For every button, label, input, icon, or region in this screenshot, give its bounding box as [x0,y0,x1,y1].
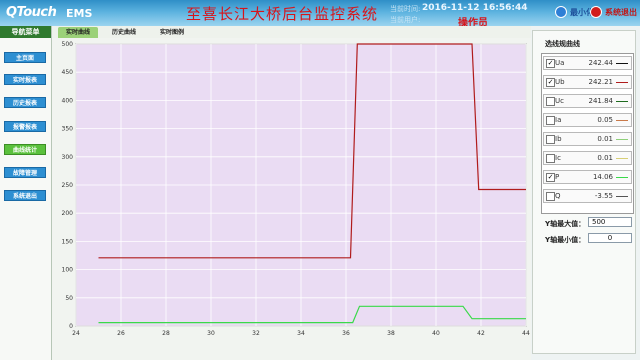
series-value: 0.01 [597,135,613,143]
system-exit-label: 系统退出 [605,7,637,17]
y-tick-label: 500 [62,41,74,48]
tab-bar: 实时曲线 历史曲线 实时图例 [52,26,531,38]
y-min-input[interactable]: 0 [588,233,632,243]
series-color-swatch [616,101,628,102]
nav-heading: 导航菜单 [0,26,51,38]
y-tick-label: 450 [62,69,74,76]
current-time: 2016-11-12 16:56:44 [422,3,528,13]
tab-realtime-legend[interactable]: 实时图例 [152,27,192,38]
app-header: QTouch EMS 至喜长江大桥后台监控系统 当前时间: 2016-11-12… [0,0,640,29]
legend-row-ub[interactable]: ✓ Ub 242.21 [543,75,632,89]
product-name: EMS [66,7,93,20]
series-color-swatch [616,120,628,121]
series-value: -3.55 [594,192,613,200]
legend-row-ic[interactable]: Ic 0.01 [543,151,632,165]
checkbox[interactable] [546,135,555,144]
legend-row-uc[interactable]: Uc 241.84 [543,94,632,108]
series-name: Ub [555,78,565,86]
series-legend: ✓ Ua 242.44 ✓ Ub 242.21 Uc 241.84 Ia 0.0… [541,53,634,214]
checkbox[interactable]: ✓ [546,59,555,68]
y-max-label: Y轴最大值： [545,220,586,228]
y-tick-label: 0 [69,323,73,330]
series-value: 241.84 [588,97,614,105]
x-tick-label: 24 [72,330,80,337]
series-color-swatch [616,158,628,159]
series-name: Uc [555,97,564,105]
y-max-input[interactable]: 500 [588,217,632,227]
y-tick-label: 250 [62,182,74,189]
minimize-icon [555,6,567,18]
series-value: 242.21 [588,78,614,86]
checkbox[interactable]: ✓ [546,173,555,182]
series-name: Q [555,192,561,200]
legend-row-p[interactable]: ✓ P 14.06 [543,170,632,184]
minimize-button[interactable]: 最小化 [555,5,594,19]
x-tick-label: 40 [432,330,440,337]
app-logo: QTouch [6,5,57,20]
y-tick-label: 400 [62,97,74,104]
nav-item-realtime-report[interactable]: 实时报表 [4,74,46,85]
series-value: 14.06 [592,173,613,181]
x-tick-label: 38 [387,330,395,337]
nav-item-curve-stats[interactable]: 曲线统计 [4,144,46,155]
series-color-swatch [616,196,628,197]
nav-item-history-report[interactable]: 历史报表 [4,97,46,108]
series-color-swatch [616,139,628,140]
y-tick-label: 350 [62,126,74,133]
series-name: Ib [555,135,562,143]
series-name: Ua [555,59,565,67]
legend-row-ib[interactable]: Ib 0.01 [543,132,632,146]
x-tick-label: 44 [522,330,530,337]
series-value: 0.01 [597,154,613,162]
legend-row-ia[interactable]: Ia 0.05 [543,113,632,127]
system-exit-button[interactable]: 系统退出 [590,5,637,19]
x-tick-label: 42 [477,330,485,337]
curve-selection-panel: 选线规曲线 ✓ Ua 242.44 ✓ Ub 242.21 Uc 241.84 … [532,30,636,354]
x-tick-label: 32 [252,330,260,337]
series-color-swatch [616,63,628,64]
nav-item-home[interactable]: 主页面 [4,52,46,63]
y-tick-label: 300 [62,154,74,161]
checkbox[interactable] [546,116,555,125]
series-name: Ic [555,154,561,162]
x-tick-label: 36 [342,330,350,337]
checkbox[interactable] [546,192,555,201]
user-label: 当前用户: [390,16,421,24]
y-tick-label: 100 [62,267,74,274]
legend-row-ua[interactable]: ✓ Ua 242.44 [543,56,632,70]
y-tick-label: 200 [62,210,74,217]
x-tick-label: 26 [117,330,125,337]
y-tick-label: 50 [65,295,73,302]
checkbox[interactable] [546,154,555,163]
x-tick-label: 28 [162,330,170,337]
x-tick-label: 30 [207,330,215,337]
panel-title: 选线规曲线 [545,40,580,48]
legend-row-q[interactable]: Q -3.55 [543,189,632,203]
y-min-label: Y轴最小值： [545,236,586,244]
series-name: P [555,173,560,181]
nav-sidebar: 导航菜单 主页面 实时报表 历史报表 报警报表 曲线统计 故障管理 系统退出 [0,26,52,360]
tab-history-curve[interactable]: 历史曲线 [104,27,144,38]
checkbox[interactable]: ✓ [546,78,555,87]
power-icon [590,6,602,18]
series-value: 242.44 [588,59,614,67]
nav-item-fault-management[interactable]: 故障管理 [4,167,46,178]
series-name: Ia [555,116,562,124]
series-color-swatch [616,82,628,83]
checkbox[interactable] [546,97,555,106]
chart-panel: 24 26 28 30 32 34 36 38 40 42 44 0 50 100 150 200 250 300… [52,38,531,360]
nav-item-alarm-report[interactable]: 报警报表 [4,121,46,132]
series-color-swatch [616,177,628,178]
tab-realtime-curve[interactable]: 实时曲线 [58,27,99,38]
series-value: 0.05 [597,116,613,124]
nav-item-system-exit[interactable]: 系统退出 [4,190,46,201]
line-chart: 24 26 28 30 32 34 36 38 40 42 44 0 50 100 150 200 250 300… [62,41,530,337]
x-tick-label: 34 [297,330,305,337]
app-title: 至喜长江大桥后台监控系统 [186,5,379,23]
y-tick-label: 150 [62,238,74,245]
time-label: 当前时间: [390,5,421,13]
